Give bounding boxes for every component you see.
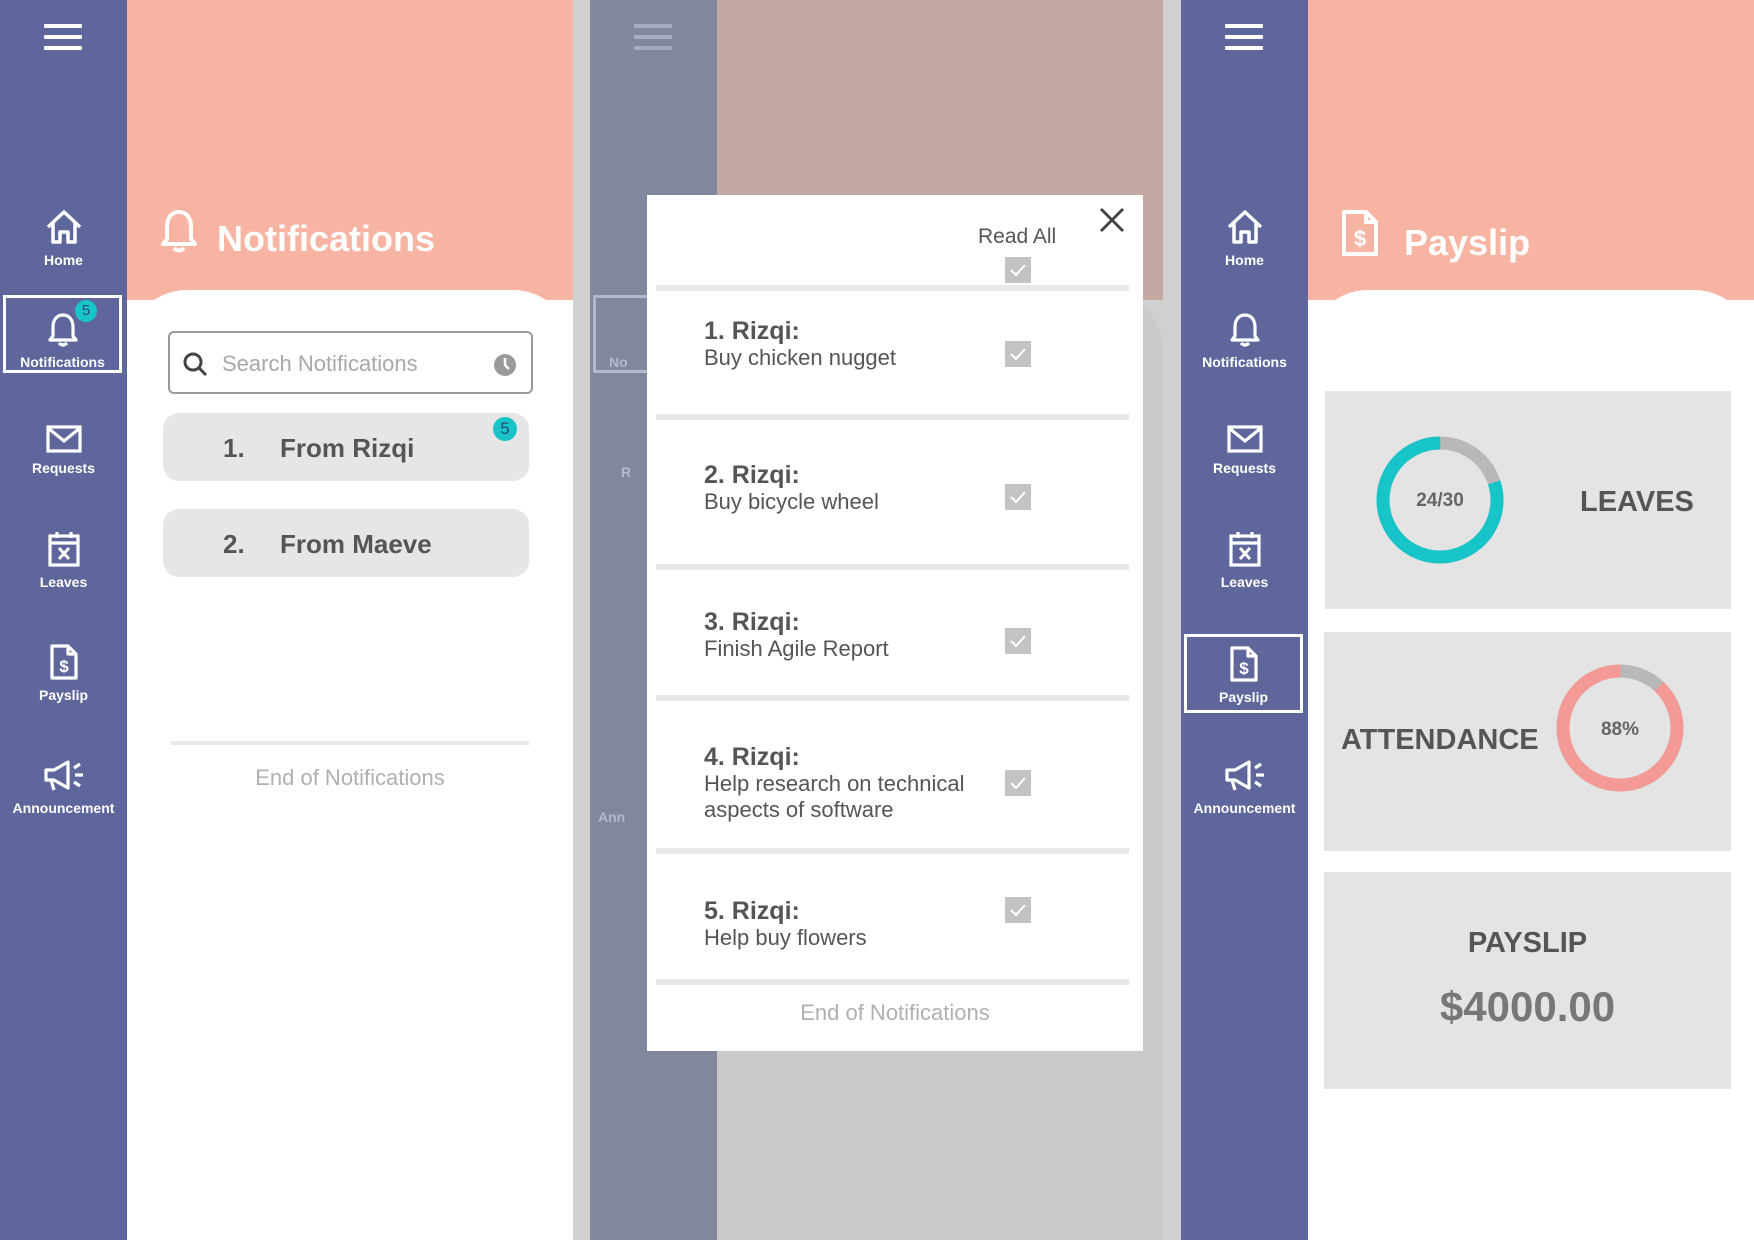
payslip-doc-icon: $ [1229,646,1258,682]
bell-icon [161,210,197,253]
notification-group-item[interactable]: 1. From Rizqi 5 [163,413,529,481]
attendance-label: ATTENDANCE [1341,724,1539,756]
payslip-card[interactable]: PAYSLIP $4000.00 [1324,872,1731,1089]
menu-icon[interactable] [1225,24,1263,50]
calendar-x-icon [47,532,80,567]
notification-title: 2. Rizqi: [704,461,800,489]
bell-icon [47,313,78,347]
notifications-modal: Read All 1. Rizqi: Buy chicken nugget 2.… [647,195,1143,1051]
search-placeholder: Search Notifications [222,351,418,376]
sidebar: Home Notifications 5 Requests Leaves $ P… [0,0,127,1240]
notification-title: 3. Rizqi: [704,608,800,636]
nav-home[interactable]: Home [1181,208,1308,268]
home-icon [46,210,81,244]
notification-title: 1. Rizqi: [704,317,800,345]
bell-icon [1229,313,1260,347]
nav-requests[interactable]: Requests [0,424,127,476]
nav-notifications[interactable]: Notifications [1181,312,1308,370]
mark-read-checkbox[interactable] [1005,341,1031,367]
mark-read-checkbox[interactable] [1005,770,1031,796]
divider [656,695,1129,701]
divider [656,848,1129,854]
attendance-value: 88% [1600,719,1640,740]
nav-announcement[interactable]: Announcement [0,758,127,816]
notification-text: Buy chicken nugget [704,345,897,370]
attendance-card[interactable]: ATTENDANCE 88% [1324,632,1731,851]
mark-read-checkbox[interactable] [1005,484,1031,510]
notification-group-item[interactable]: 2. From Maeve [163,509,529,577]
page-title: Payslip [1404,222,1531,263]
read-all-label: Read All [978,225,1057,248]
read-all-checkbox[interactable] [1005,257,1031,283]
mail-icon [1226,425,1263,453]
dimmed-nav-label: Ann [598,809,626,825]
calendar-x-icon [1228,532,1261,567]
divider [656,979,1129,985]
end-of-notifications: End of Notifications [800,1000,990,1025]
svg-text:$: $ [59,657,69,676]
divider [656,285,1129,291]
nav-payslip[interactable]: $ Payslip [0,643,127,703]
mark-read-checkbox[interactable] [1005,628,1031,654]
dimmed-nav-label: No [609,354,628,370]
screen-notification-modal: No R Ann Read All 1. Rizqi: Buy chicken … [590,0,1163,1240]
nav-requests[interactable]: Requests [1181,424,1308,476]
nav-leaves[interactable]: Leaves [1181,530,1308,590]
close-icon[interactable] [1097,205,1127,235]
leaves-label: LEAVES [1580,486,1694,518]
svg-text:$: $ [1354,226,1366,251]
screen-notifications: Home Notifications 5 Requests Leaves $ P… [0,0,573,1240]
notification-text: aspects of software [704,797,894,822]
nav-announcement[interactable]: Announcement [1181,758,1308,816]
nav-home[interactable]: Home [0,208,127,268]
notification-title: 5. Rizqi: [704,897,800,925]
end-of-notifications: End of Notifications [255,765,445,790]
search-input[interactable]: Search Notifications [168,331,533,394]
svg-text:$: $ [1239,659,1249,678]
sidebar: Home Notifications Requests Leaves $ Pay… [1181,0,1308,1240]
dimmed-nav-label: R [621,464,632,480]
megaphone-icon [1224,760,1264,791]
payslip-doc-icon: $ [49,644,78,680]
unread-count-badge: 5 [493,417,517,441]
home-icon [1227,210,1262,244]
notification-text: Buy bicycle wheel [704,489,879,514]
page-title: Notifications [217,218,436,259]
payslip-doc-icon: $ [1342,210,1378,256]
divider [171,741,529,745]
menu-icon [634,24,672,50]
screen-payslip: Home Notifications Requests Leaves $ Pay… [1181,0,1754,1240]
nav-payslip[interactable]: $ Payslip [1184,634,1303,713]
megaphone-icon [43,760,83,791]
divider [656,564,1129,570]
payslip-content: $ Payslip 24/30 LEAVES ATTENDANCE 88% PA… [1308,0,1754,1240]
notifications-content: Notifications Search Notifications 1. Fr… [127,0,573,1240]
menu-icon[interactable] [44,24,82,50]
notification-text: Help buy flowers [704,925,867,950]
notifications-count-badge: 5 [75,300,97,322]
nav-notifications[interactable]: Notifications 5 [3,295,122,373]
divider [656,414,1129,420]
payslip-label: PAYSLIP [1467,927,1588,959]
mail-icon [45,425,82,453]
notification-title: 4. Rizqi: [704,743,800,771]
clock-icon[interactable] [493,353,517,377]
nav-leaves[interactable]: Leaves [0,530,127,590]
leaves-card[interactable]: 24/30 LEAVES [1325,391,1731,609]
payslip-amount: $4000.00 [1439,983,1616,1030]
notification-text: Help research on technical [704,771,965,796]
search-icon [183,352,208,377]
mark-read-checkbox[interactable] [1005,897,1031,923]
notification-text: Finish Agile Report [704,636,889,661]
leaves-value: 24/30 [1416,490,1464,511]
